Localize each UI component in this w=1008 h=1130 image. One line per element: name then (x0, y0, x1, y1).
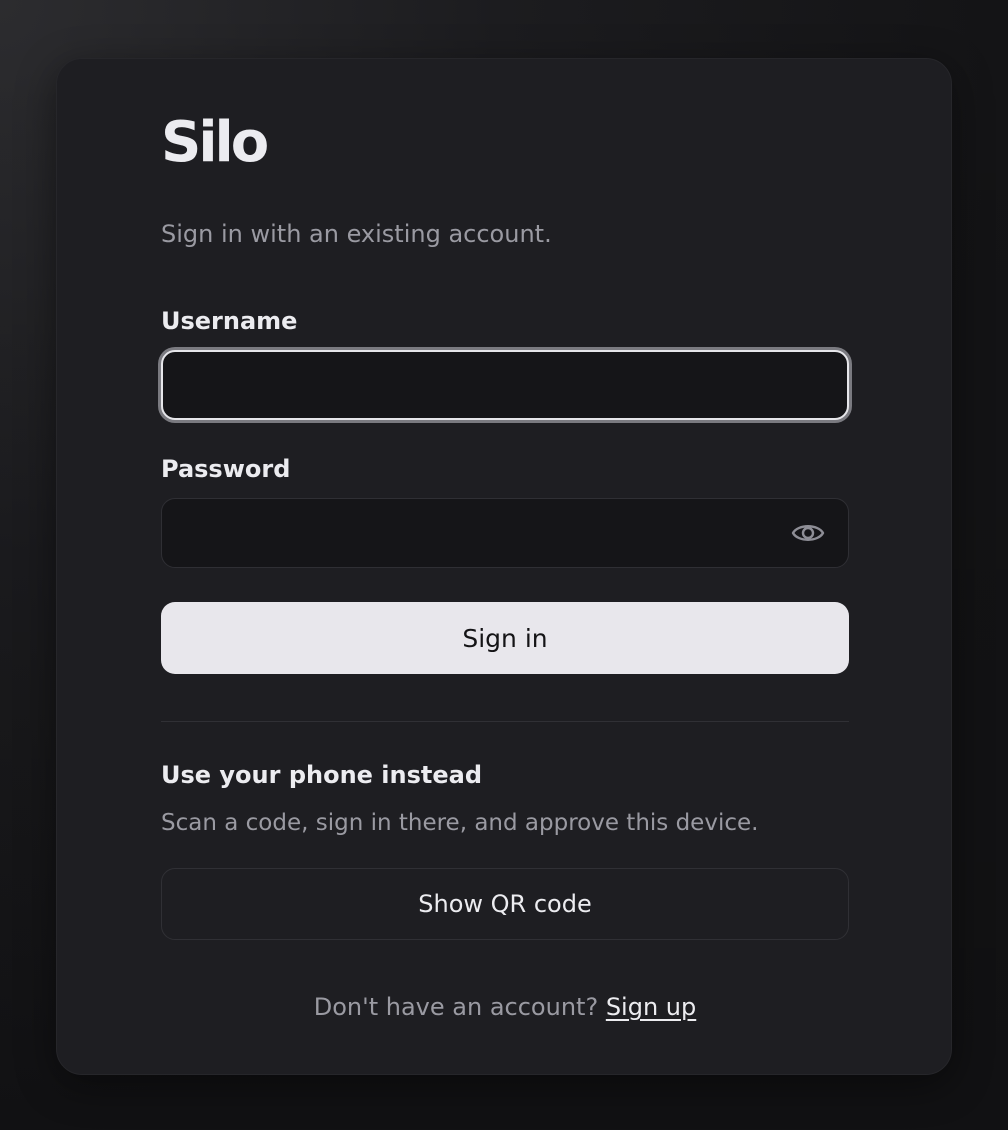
phone-section-title: Use your phone instead (161, 761, 483, 789)
eye-icon[interactable] (791, 519, 825, 547)
section-divider (161, 721, 849, 722)
password-label: Password (161, 455, 291, 483)
brand-logo: Silo (161, 110, 269, 175)
sign-in-button[interactable]: Sign in (161, 602, 849, 674)
password-input[interactable] (161, 498, 849, 568)
signin-subtitle: Sign in with an existing account. (161, 220, 552, 248)
sign-up-link[interactable]: Sign up (606, 993, 696, 1021)
show-qr-code-button[interactable]: Show QR code (161, 868, 849, 940)
signup-prompt: Don't have an account? (313, 993, 606, 1021)
username-input[interactable] (161, 350, 849, 420)
signup-footer: Don't have an account? Sign up (161, 990, 849, 1024)
username-label: Username (161, 307, 298, 335)
signin-card: Silo Sign in with an existing account. U… (56, 58, 952, 1075)
phone-section-description: Scan a code, sign in there, and approve … (161, 810, 759, 836)
